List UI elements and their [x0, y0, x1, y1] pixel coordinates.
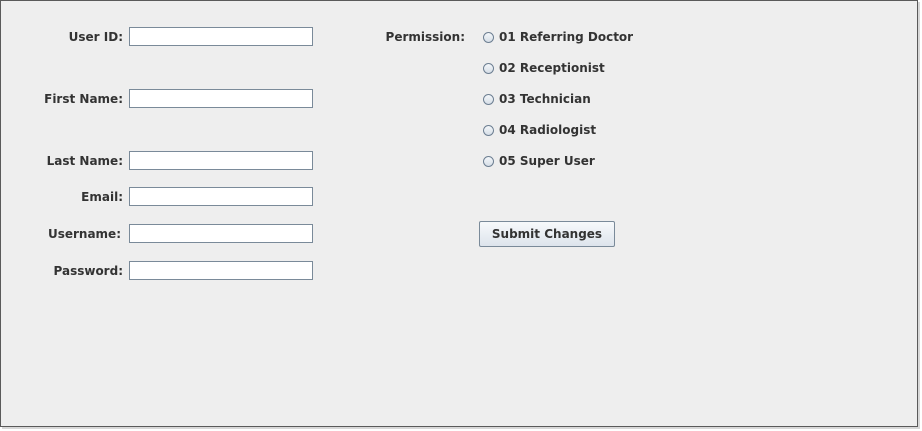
radio-button-icon[interactable]	[483, 155, 494, 167]
permission-option-label: 03 Technician	[499, 92, 591, 106]
permission-label: Permission:	[385, 30, 465, 44]
username-label: Username:	[47, 227, 121, 241]
email-label: Email:	[81, 190, 123, 204]
last-name-input[interactable]	[129, 151, 313, 170]
permission-option-label: 02 Receptionist	[499, 61, 605, 75]
permission-option-referring-doctor[interactable]: 01 Referring Doctor	[483, 29, 633, 45]
submit-changes-button[interactable]: Submit Changes	[479, 221, 615, 247]
radio-button-icon[interactable]	[483, 31, 494, 43]
password-label: Password:	[53, 264, 124, 278]
permission-option-super-user[interactable]: 05 Super User	[483, 153, 595, 169]
permission-option-label: 05 Super User	[499, 154, 595, 168]
permission-option-label: 01 Referring Doctor	[499, 30, 634, 44]
radio-button-icon[interactable]	[483, 124, 494, 136]
user-edit-panel: User ID: First Name: Last Name: Email: U…	[0, 0, 918, 427]
permission-option-receptionist[interactable]: 02 Receptionist	[483, 60, 605, 76]
username-input[interactable]	[129, 224, 313, 243]
user-id-input[interactable]	[129, 27, 313, 46]
permission-option-label: 04 Radiologist	[499, 123, 597, 137]
permission-option-technician[interactable]: 03 Technician	[483, 91, 591, 107]
radio-button-icon[interactable]	[483, 93, 494, 105]
first-name-input[interactable]	[129, 89, 313, 108]
last-name-label: Last Name:	[46, 154, 123, 168]
first-name-label: First Name:	[44, 92, 123, 106]
radio-button-icon[interactable]	[483, 62, 494, 74]
permission-option-radiologist[interactable]: 04 Radiologist	[483, 122, 596, 138]
email-input[interactable]	[129, 187, 313, 206]
password-input[interactable]	[129, 261, 313, 280]
user-id-label: User ID:	[68, 30, 123, 44]
